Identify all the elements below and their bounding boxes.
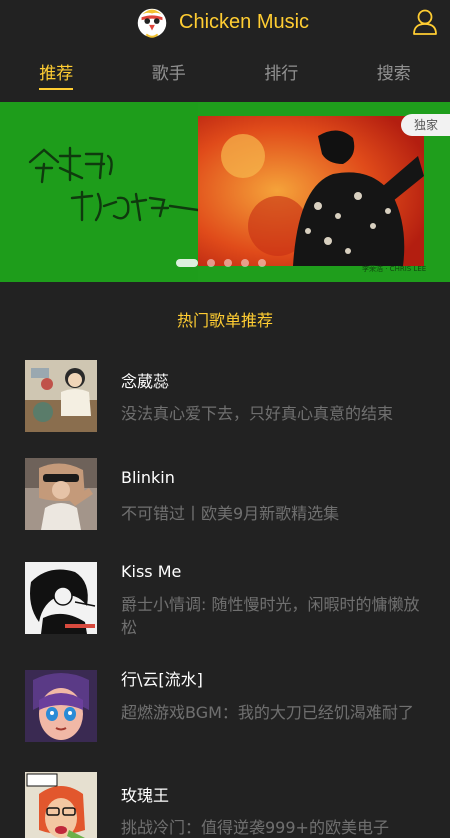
tab-label: 排行	[264, 64, 299, 84]
slider-dot[interactable]	[176, 259, 198, 267]
playlist-cover	[25, 458, 97, 530]
tab-rank[interactable]: 排行	[225, 60, 338, 94]
playlist-cover	[25, 772, 97, 838]
banner-photo	[198, 116, 424, 266]
playlist-item[interactable]: Kiss Me 爵士小情调: 随性慢时光，闲暇时的慵懒放松	[0, 560, 450, 644]
banner-calligraphy	[0, 102, 200, 282]
slider-dot[interactable]	[241, 259, 249, 267]
playlist-name: 念葳蕊	[121, 372, 170, 391]
playlist-cover	[25, 562, 97, 634]
playlist-cover	[25, 360, 97, 432]
exclusive-badge: 独家	[401, 114, 450, 136]
tab-label: 歌手	[151, 64, 186, 84]
header: Chicken Music	[0, 0, 450, 44]
playlist-desc: 不可错过丨欧美9月新歌精选集	[121, 504, 340, 523]
playlist-item[interactable]: 行\云[流水] 超燃游戏BGM：我的大刀已经饥渴难耐了	[0, 664, 450, 748]
tab-recommend[interactable]: 推荐	[0, 60, 113, 94]
playlist-desc: 挑战冷门：值得逆袭999+的欧美电子	[121, 818, 389, 837]
playlist-desc: 爵士小情调: 随性慢时光，闲暇时的慵懒放松	[121, 595, 420, 637]
tab-label: 推荐	[39, 60, 74, 90]
playlist-name: Kiss Me	[121, 562, 182, 581]
tab-label: 搜索	[376, 64, 411, 84]
slider-dot[interactable]	[224, 259, 232, 267]
playlist-name: 玫瑰王	[121, 786, 170, 805]
playlist-desc: 没法真心爱下去，只好真心真意的结束	[121, 404, 394, 423]
tab-bar: 推荐 歌手 排行 搜索	[0, 60, 450, 94]
user-icon[interactable]	[411, 8, 439, 36]
playlist-item[interactable]: 玫瑰王 挑战冷门：值得逆袭999+的欧美电子	[0, 772, 450, 838]
playlist-name: Blinkin	[121, 468, 175, 487]
app-title: Chicken Music	[179, 11, 310, 33]
slider-dots	[176, 259, 266, 267]
slider-dot[interactable]	[258, 259, 266, 267]
tab-search[interactable]: 搜索	[338, 60, 450, 94]
playlist-item[interactable]: Blinkin 不可错过丨欧美9月新歌精选集	[0, 458, 450, 538]
banner-slider[interactable]	[0, 102, 450, 282]
playlist-desc: 超燃游戏BGM：我的大刀已经饥渴难耐了	[121, 703, 414, 722]
banner-credit: 李荣浩 · CHRIS LEE	[362, 265, 427, 273]
chicken-logo-icon	[137, 8, 167, 38]
section-title: 热门歌单推荐	[176, 311, 273, 330]
playlist-name: 行\云[流水]	[121, 670, 203, 689]
tab-singer[interactable]: 歌手	[113, 60, 226, 94]
app-root: Chicken Music 推荐 歌手 排行 搜索 独家 李荣浩 · CHRIS…	[0, 0, 450, 838]
playlist-item[interactable]: 念葳蕊 没法真心爱下去，只好真心真意的结束	[0, 358, 450, 438]
playlist-cover	[25, 670, 97, 742]
slider-dot[interactable]	[207, 259, 215, 267]
